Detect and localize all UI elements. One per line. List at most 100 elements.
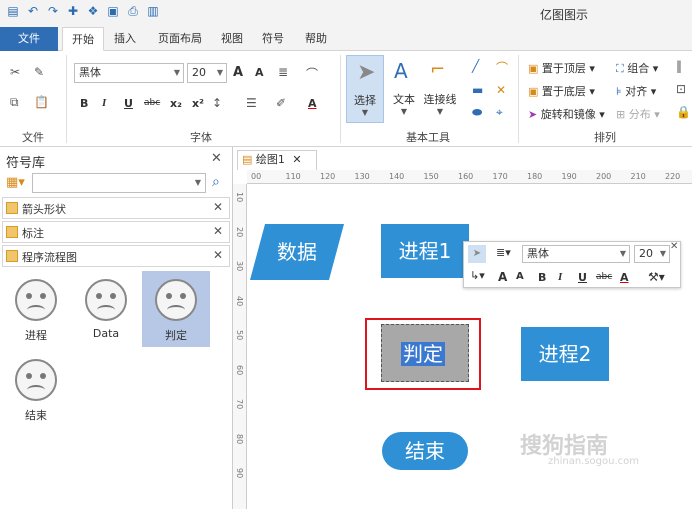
connector-style-icon[interactable]: ↳▾	[470, 269, 485, 282]
font-name-value: 黑体	[79, 66, 101, 79]
chevron-down-icon: ▼	[436, 107, 444, 116]
save-icon[interactable]: ▣	[106, 4, 120, 18]
float-font-size-select[interactable]: 20 ▼	[634, 245, 670, 263]
position-icon[interactable]: ⊡	[676, 82, 686, 96]
tab-file[interactable]: 文件	[0, 27, 58, 51]
close-icon[interactable]: ✕	[211, 151, 222, 166]
format-painter-icon[interactable]: ✎	[34, 65, 44, 79]
library-category-flowchart[interactable]: 程序流程图 ✕	[2, 245, 230, 267]
float-grow-font-button[interactable]: A	[498, 270, 507, 284]
shape-process-2[interactable]: 进程2	[521, 327, 609, 381]
tab-help[interactable]: 帮助	[296, 27, 336, 51]
italic-button[interactable]: I	[102, 97, 106, 109]
float-font-name-select[interactable]: 黑体 ▼	[522, 245, 630, 263]
tab-insert[interactable]: 插入	[106, 27, 144, 51]
symbol-process[interactable]: 进程	[2, 271, 70, 347]
distribute-button[interactable]: ⊞ 分布 ▾	[616, 106, 660, 122]
close-icon[interactable]: ✕	[213, 248, 223, 262]
redo-icon[interactable]: ↷	[46, 4, 60, 18]
font-color-button[interactable]: A	[308, 97, 317, 110]
font-size-select[interactable]: 20 ▼	[187, 63, 227, 83]
underline-button[interactable]: U	[124, 97, 133, 110]
library-category-arrows[interactable]: 箭头形状 ✕	[2, 197, 230, 219]
library-menu-icon[interactable]: ▦▾	[6, 175, 25, 190]
bring-to-front-button[interactable]: ▣ 置于顶层 ▾	[528, 60, 595, 76]
rectangle-icon[interactable]: ▬	[472, 83, 483, 97]
align-text-icon[interactable]: ≣▾	[496, 246, 511, 259]
text-tool-button[interactable]: A 文本 ▼	[386, 55, 422, 123]
align-text-icon[interactable]: ≣	[278, 65, 288, 79]
float-bold-button[interactable]: B	[538, 271, 546, 284]
symbol-decision[interactable]: 判定	[142, 271, 210, 347]
close-icon[interactable]: ✕	[670, 241, 678, 252]
decision-text-editing[interactable]: 判定	[401, 342, 445, 366]
group-button[interactable]: ⛶ 组合 ▾	[616, 60, 658, 76]
tools-icon[interactable]: ⚒▾	[648, 270, 665, 284]
connector-tool-button[interactable]: ⌐ 连接线 ▼	[420, 55, 460, 123]
search-icon[interactable]: ⌕	[212, 174, 220, 190]
pointer-icon[interactable]: ➤	[468, 245, 486, 263]
cut-icon[interactable]: ✂	[10, 65, 20, 79]
font-name-select[interactable]: 黑体 ▼	[74, 63, 184, 83]
tab-page-layout[interactable]: 页面布局	[148, 27, 212, 51]
bring-front-icon: ▣	[528, 62, 539, 75]
bold-button[interactable]: B	[80, 97, 88, 110]
category-icon	[6, 226, 18, 238]
new-icon[interactable]: ✚	[66, 4, 80, 18]
rotate-mirror-button[interactable]: ➤ 旋转和镜像 ▾	[528, 106, 605, 122]
copy-icon[interactable]: ⧉	[10, 95, 19, 110]
send-to-back-button[interactable]: ▣ 置于底层 ▾	[528, 83, 595, 99]
close-icon[interactable]: ✕	[213, 224, 223, 238]
group-icon: ⛶	[616, 62, 624, 75]
tab-symbol[interactable]: 符号	[254, 27, 292, 51]
highlight-icon[interactable]: ✐	[276, 96, 286, 110]
symbol-end[interactable]: 结束	[2, 351, 70, 427]
app-title: 亿图图示	[540, 8, 589, 22]
float-shrink-font-button[interactable]: A	[516, 271, 524, 282]
float-italic-button[interactable]: I	[558, 271, 562, 283]
size-icon[interactable]: ‖	[676, 59, 682, 73]
bullets-icon[interactable]: ☰	[246, 96, 257, 110]
float-font-color-button[interactable]: A	[620, 271, 629, 284]
bring-front-label: 置于顶层	[541, 62, 586, 75]
chevron-down-icon: ▼	[659, 249, 666, 258]
subscript-button[interactable]: x₂	[170, 97, 182, 110]
grow-font-button[interactable]: A	[233, 65, 243, 80]
superscript-button[interactable]: x²	[192, 97, 204, 110]
crosshair-icon[interactable]: ⌖	[496, 105, 503, 120]
tab-view[interactable]: 视图	[214, 27, 250, 51]
shape-data[interactable]: 数据	[250, 224, 344, 280]
undo-icon[interactable]: ↶	[26, 4, 40, 18]
distribute-icon: ⊞	[616, 108, 626, 121]
print-icon[interactable]: ⎙	[126, 4, 140, 18]
paste-icon[interactable]: 📋	[34, 95, 49, 109]
open-icon[interactable]: ❖	[86, 4, 100, 18]
arc-icon[interactable]: ⌒	[496, 59, 508, 76]
shrink-font-button[interactable]: A	[255, 66, 264, 79]
shape-end[interactable]: 结束	[382, 432, 468, 470]
close-icon[interactable]: ✕	[292, 153, 301, 166]
search-input[interactable]: ▼	[32, 173, 206, 193]
align-button[interactable]: ⊧ 对齐 ▾	[616, 83, 656, 99]
line-spacing-icon[interactable]: ↕	[212, 96, 222, 110]
category-label: 箭头形状	[22, 203, 66, 216]
ruler-tick-label: 190	[561, 172, 577, 181]
library-category-callouts[interactable]: 标注 ✕	[2, 221, 230, 243]
export-icon[interactable]: ▥	[146, 4, 160, 18]
text-shape-icon[interactable]: ⌒	[306, 65, 318, 82]
freehand-icon[interactable]: ✕	[496, 83, 506, 97]
close-icon[interactable]: ✕	[213, 200, 223, 214]
float-underline-button[interactable]: U	[578, 271, 587, 284]
select-tool-button[interactable]: ➤ 选择 ▼	[346, 55, 384, 123]
shape-process-1[interactable]: 进程1	[381, 224, 469, 278]
document-tab[interactable]: ▤ 绘图1 ✕	[237, 150, 317, 170]
strikethrough-button[interactable]: abc	[144, 98, 160, 108]
tab-home[interactable]: 开始	[62, 27, 104, 51]
app-logo-icon: ▤	[7, 4, 19, 18]
ruler-tick-label: 160	[458, 172, 474, 181]
line-icon[interactable]: ╱	[472, 59, 479, 73]
lock-icon[interactable]: 🔒	[676, 105, 691, 119]
float-strikethrough-button[interactable]: abc	[596, 272, 612, 282]
symbol-data[interactable]: Data	[72, 271, 140, 347]
ellipse-icon[interactable]: ⬬	[472, 105, 482, 120]
